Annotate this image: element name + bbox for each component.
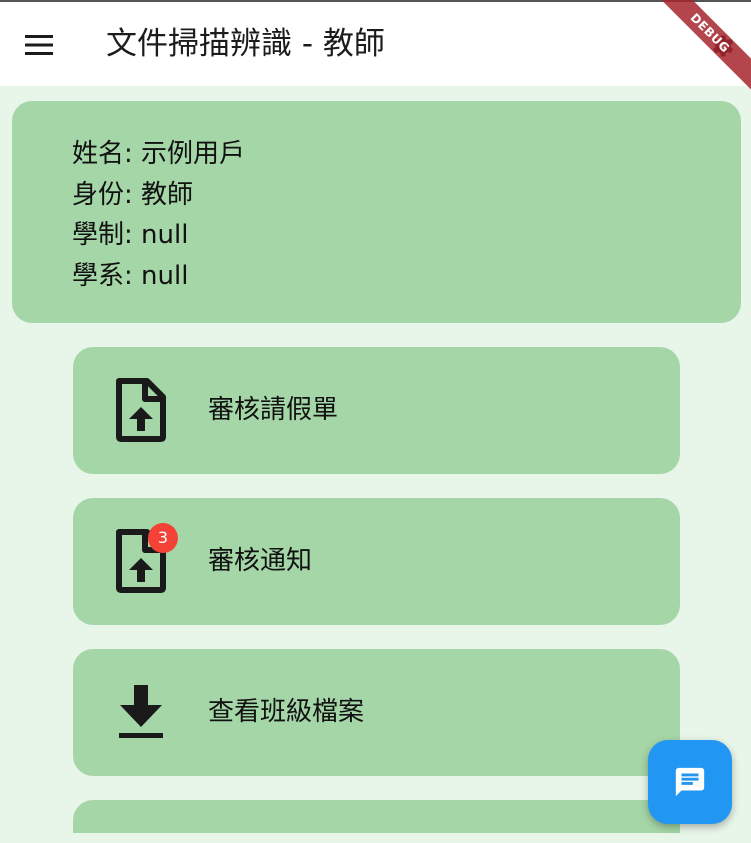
notification-count-badge: 3 xyxy=(148,523,178,553)
menu-item-label: 審核請假單 xyxy=(208,395,339,425)
settings-icon xyxy=(713,35,734,57)
user-name: 姓名: 示例用戶 xyxy=(72,139,246,169)
review-notifications-button[interactable]: 3 審核通知 xyxy=(73,498,680,625)
review-leave-button[interactable]: 審核請假單 xyxy=(73,347,680,474)
view-class-files-button[interactable]: 查看班級檔案 xyxy=(73,649,680,776)
download-icon xyxy=(119,685,163,738)
settings-button[interactable] xyxy=(702,26,742,66)
app-bar: 文件掃描辨識 - 教師 xyxy=(0,2,751,86)
file-upload-icon xyxy=(116,378,166,442)
menu-button[interactable] xyxy=(18,24,60,66)
chat-message-icon xyxy=(675,767,705,797)
menu-item-label: 審核通知 xyxy=(208,546,313,576)
user-role: 身份: 教師 xyxy=(72,179,194,210)
user-info-card: 姓名: 示例用戶 身份: 教師 學制: null 學系: null xyxy=(12,101,741,323)
menu-item-partial[interactable] xyxy=(73,800,680,833)
hamburger-menu-icon xyxy=(25,35,53,55)
menu-item-label: 查看班級檔案 xyxy=(208,697,365,727)
page-title: 文件掃描辨識 - 教師 xyxy=(106,26,385,62)
chat-fab-button[interactable] xyxy=(648,740,732,824)
user-department: 學系: null xyxy=(72,260,189,291)
user-school-system: 學制: null xyxy=(72,220,189,250)
